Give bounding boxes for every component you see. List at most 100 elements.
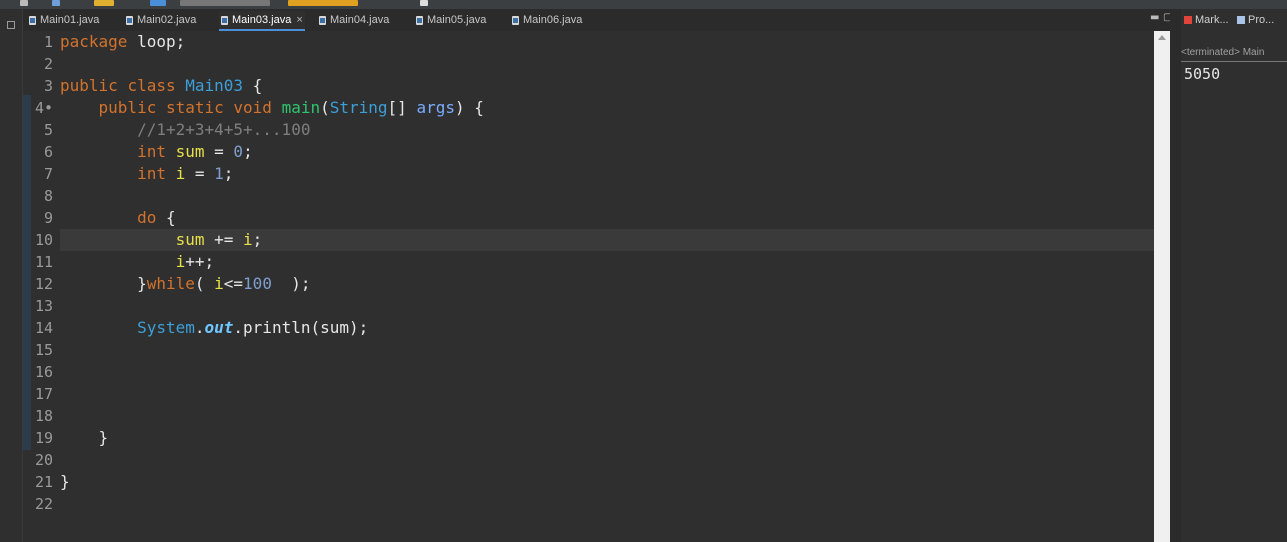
toolbar-icon[interactable] — [20, 0, 28, 6]
console-output: 5050 — [1184, 65, 1221, 83]
code-editor[interactable]: 1 package loop; 2 3 public class Main03 {4• … — [23, 31, 1154, 542]
code-token: i — [243, 230, 253, 249]
tab-main06[interactable]: Main06.java — [512, 11, 582, 29]
code-line[interactable]: 4• public static void main(String[] args… — [23, 97, 1154, 119]
code-token: } — [60, 428, 109, 447]
code-line[interactable]: 16 — [23, 361, 1154, 383]
code-token: ); — [271, 274, 311, 293]
console-status: <terminated> Main — [1181, 47, 1287, 62]
code-token: System — [137, 318, 195, 337]
toolbar-icon[interactable] — [420, 0, 428, 6]
panel-divider[interactable] — [1170, 9, 1181, 542]
code-token: } — [60, 472, 70, 491]
close-icon[interactable]: × — [296, 14, 302, 26]
code-line[interactable]: 22 — [23, 493, 1154, 515]
code-line[interactable]: 8 — [23, 185, 1154, 207]
left-panel-strip — [0, 9, 23, 542]
code-line[interactable]: 9 do { — [23, 207, 1154, 229]
code-line[interactable]: 14 System.out.println(sum); — [23, 317, 1154, 339]
code-line[interactable]: 19 } — [23, 427, 1154, 449]
tab-markers[interactable]: Mark... — [1184, 11, 1229, 29]
java-file-icon — [512, 15, 519, 25]
code-line[interactable]: 15 — [23, 339, 1154, 361]
code-line[interactable]: 21} — [23, 471, 1154, 493]
code-line[interactable]: 12 }while( i<=100 ); — [23, 273, 1154, 295]
code-token: ; — [243, 142, 253, 161]
code-line[interactable]: 3 public class Main03 { — [23, 75, 1154, 97]
code-token: ++; — [185, 252, 215, 271]
code-token: public — [98, 98, 157, 117]
code-line[interactable]: 10 sum += i; — [23, 229, 1154, 251]
console-panel: Mark... Pro... <terminated> Main 5050 — [1181, 9, 1287, 542]
code-line[interactable]: 2 — [23, 53, 1154, 75]
tab-label: Main03.java — [232, 14, 292, 26]
line-number: 19 — [34, 429, 53, 447]
line-number: 17 — [34, 385, 53, 403]
line-number: 10 — [34, 231, 53, 249]
tab-main04[interactable]: Main04.java — [319, 11, 389, 29]
code-token: int — [137, 142, 166, 161]
line-number: 14 — [34, 319, 53, 337]
code-token: += — [204, 230, 244, 249]
line-number: 16 — [34, 363, 53, 381]
code-token: ) { — [454, 98, 484, 117]
tab-main05[interactable]: Main05.java — [416, 11, 486, 29]
line-number: 13 — [34, 297, 53, 315]
tab-main02[interactable]: Main02.java — [126, 11, 196, 29]
code-line[interactable]: 17 — [23, 383, 1154, 405]
restore-icon[interactable] — [7, 21, 15, 29]
code-line[interactable]: 6 int sum = 0; — [23, 141, 1154, 163]
code-token: int — [137, 164, 166, 183]
code-line[interactable]: 7 int i = 1; — [23, 163, 1154, 185]
code-token: .println(sum); — [233, 318, 369, 337]
editor-scrollbar[interactable] — [1154, 31, 1170, 542]
code-token: class — [127, 76, 176, 95]
line-number: 11 — [34, 253, 53, 271]
line-number: 12 — [34, 275, 53, 293]
code-line[interactable]: 5 //1+2+3+4+5+...100 — [23, 119, 1154, 141]
code-line[interactable]: 20 — [23, 449, 1154, 471]
tab-main01[interactable]: Main01.java — [29, 11, 99, 29]
code-line[interactable]: 13 — [23, 295, 1154, 317]
line-number: 18 — [34, 407, 53, 425]
tab-label: Main06.java — [523, 14, 583, 26]
code-token: public — [60, 76, 118, 95]
code-token: while — [146, 274, 195, 293]
code-token: sum — [175, 142, 205, 161]
code-line[interactable]: 1 package loop; — [23, 31, 1154, 53]
tab-label: Main02.java — [137, 14, 197, 26]
line-number: 2 — [43, 55, 53, 73]
minimize-icon[interactable]: ▬ — [1150, 12, 1159, 23]
code-token: loop; — [127, 32, 186, 51]
java-file-icon — [319, 15, 326, 25]
code-token: ; — [223, 164, 234, 183]
code-line[interactable]: 11 i++; — [23, 251, 1154, 273]
toolbar-icon[interactable] — [150, 0, 166, 6]
tab-properties[interactable]: Pro... — [1237, 11, 1274, 29]
code-line[interactable]: 18 — [23, 405, 1154, 427]
code-text: }while( i<=100 ); — [60, 273, 310, 295]
toolbar-icon[interactable] — [180, 0, 270, 6]
code-text: //1+2+3+4+5+...100 — [60, 119, 310, 141]
scroll-up-icon[interactable] — [1158, 35, 1166, 40]
java-file-icon — [126, 15, 133, 25]
tab-main03[interactable]: Main03.java × — [219, 11, 305, 31]
tab-label: Pro... — [1248, 14, 1275, 26]
markers-icon — [1184, 16, 1192, 24]
toolbar-icon[interactable] — [288, 0, 358, 6]
toolbar-icon[interactable] — [94, 0, 114, 6]
code-token: i — [214, 274, 224, 293]
code-token: 100 — [243, 274, 272, 293]
toolbar-icon[interactable] — [52, 0, 60, 6]
